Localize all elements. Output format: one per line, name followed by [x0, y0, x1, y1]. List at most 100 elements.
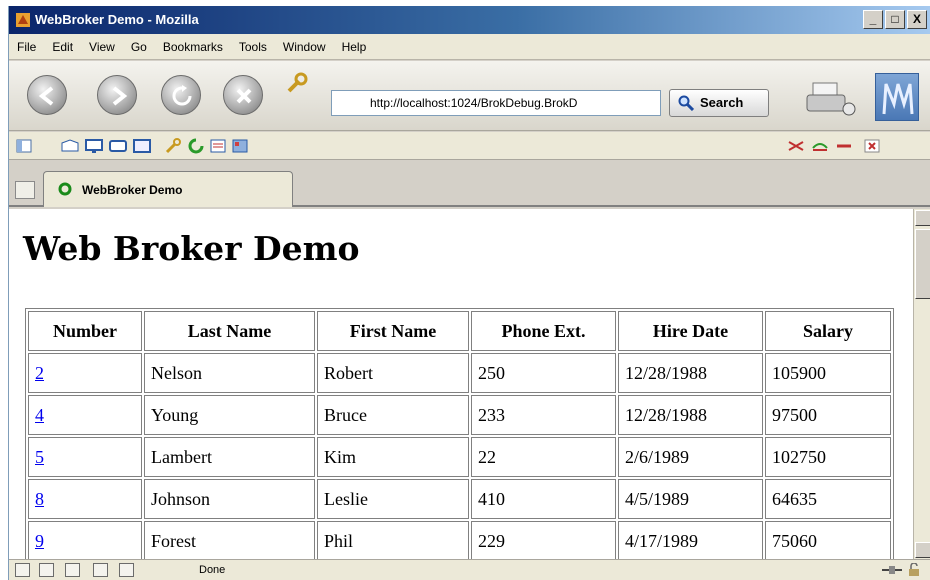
salary-cell: 102750	[765, 437, 891, 477]
menu-tools[interactable]: Tools	[239, 40, 267, 54]
employee-number-link[interactable]: 4	[35, 405, 44, 425]
last-name-cell: Lambert	[144, 437, 315, 477]
mail-status-icon[interactable]	[39, 563, 54, 577]
last-name-cell: Johnson	[144, 479, 315, 519]
phone-ext-cell: 233	[471, 395, 616, 435]
salary-cell: 97500	[765, 395, 891, 435]
hire-date-cell: 2/6/1989	[618, 437, 763, 477]
first-name-cell: Bruce	[317, 395, 469, 435]
browser-window: WebBroker Demo - Mozilla _ □ X File Edit…	[8, 6, 930, 580]
table-row: 5 Lambert Kim 22 2/6/1989 102750	[28, 437, 891, 477]
employee-number-link[interactable]: 2	[35, 363, 44, 383]
col-hire-date-header: Hire Date	[618, 311, 763, 351]
forward-button[interactable]	[97, 75, 137, 115]
salary-cell: 105900	[765, 353, 891, 393]
menu-window[interactable]: Window	[283, 40, 326, 54]
table-row: 8 Johnson Leslie 410 4/5/1989 64635	[28, 479, 891, 519]
phone-ext-cell: 229	[471, 521, 616, 559]
personal-toolbar	[9, 132, 930, 160]
menu-help[interactable]: Help	[342, 40, 367, 54]
status-text: Done	[199, 564, 226, 576]
scroll-down-arrow-icon[interactable]	[915, 542, 930, 558]
maximize-button[interactable]: □	[885, 10, 905, 29]
connection-icon	[882, 566, 902, 574]
col-last-name-header: Last Name	[144, 311, 315, 351]
phone-ext-cell: 250	[471, 353, 616, 393]
table-row: 4 Young Bruce 233 12/28/1988 97500	[28, 395, 891, 435]
tab-webbroker-demo[interactable]: WebBroker Demo	[43, 171, 293, 207]
url-bar[interactable]: http://localhost:1024/BrokDebug.BrokD	[331, 90, 661, 116]
wrench-icon[interactable]	[285, 71, 309, 95]
first-name-cell: Robert	[317, 353, 469, 393]
page-content: Web Broker Demo Number Last Name First N…	[9, 209, 913, 559]
menu-view[interactable]: View	[89, 40, 115, 54]
table-row: 9 Forest Phil 229 4/17/1989 75060	[28, 521, 891, 559]
title-bar: WebBroker Demo - Mozilla _ □ X	[9, 6, 930, 34]
css-error-icon[interactable]	[811, 138, 829, 154]
minimize-button[interactable]: _	[863, 10, 883, 29]
number-cell: 4	[28, 395, 142, 435]
tab-bar: WebBroker Demo	[9, 161, 930, 207]
employee-number-link[interactable]: 5	[35, 447, 44, 467]
search-label: Search	[700, 95, 744, 110]
home-icon[interactable]	[15, 138, 33, 154]
number-cell: 2	[28, 353, 142, 393]
hire-date-cell: 12/28/1988	[618, 353, 763, 393]
tab-label: WebBroker Demo	[82, 183, 183, 197]
phone-ext-cell: 410	[471, 479, 616, 519]
new-tab-icon[interactable]	[15, 181, 35, 199]
address-book-icon[interactable]	[93, 563, 108, 577]
calendar-icon[interactable]	[209, 138, 227, 154]
reload-button[interactable]	[161, 75, 201, 115]
menu-go[interactable]: Go	[131, 40, 147, 54]
key-icon[interactable]	[165, 138, 183, 154]
first-name-cell: Leslie	[317, 479, 469, 519]
first-name-cell: Kim	[317, 437, 469, 477]
stop-button[interactable]	[223, 75, 263, 115]
back-button[interactable]	[27, 75, 67, 115]
search-button[interactable]: Search	[669, 89, 769, 117]
col-number-header: Number	[28, 311, 142, 351]
table-header-row: Number Last Name First Name Phone Ext. H…	[28, 311, 891, 351]
m-logo-icon	[882, 83, 914, 115]
back-arrow-icon	[38, 86, 54, 106]
phone-ext-cell: 22	[471, 437, 616, 477]
image-icon[interactable]	[133, 138, 151, 154]
window-icon[interactable]	[109, 138, 127, 154]
url-text: http://localhost:1024/BrokDebug.BrokD	[370, 96, 578, 110]
link-error-icon[interactable]	[835, 138, 853, 154]
mail-icon[interactable]	[61, 138, 79, 154]
grid-icon[interactable]	[231, 138, 249, 154]
last-name-cell: Young	[144, 395, 315, 435]
chat-icon[interactable]	[119, 563, 134, 577]
employee-number-link[interactable]: 8	[35, 489, 44, 509]
close-button[interactable]: X	[907, 10, 927, 29]
table-row: 2 Nelson Robert 250 12/28/1988 105900	[28, 353, 891, 393]
vertical-scrollbar[interactable]	[913, 209, 930, 559]
forward-arrow-icon	[112, 86, 128, 106]
scroll-up-arrow-icon[interactable]	[915, 210, 930, 226]
xml-error-icon[interactable]	[787, 138, 805, 154]
menu-file[interactable]: File	[17, 40, 36, 54]
close-error-icon[interactable]	[863, 138, 881, 154]
col-first-name-header: First Name	[317, 311, 469, 351]
monitor-icon[interactable]	[85, 138, 103, 154]
refresh-icon[interactable]	[187, 138, 205, 154]
navigator-icon[interactable]	[15, 563, 30, 577]
menu-bookmarks[interactable]: Bookmarks	[163, 40, 223, 54]
menu-edit[interactable]: Edit	[52, 40, 73, 54]
printer-icon[interactable]	[805, 81, 857, 117]
employee-table: Number Last Name First Name Phone Ext. H…	[25, 308, 894, 559]
stop-icon	[236, 88, 252, 104]
scrollbar-thumb[interactable]	[915, 229, 930, 299]
security-lock-icon	[909, 563, 919, 576]
magnifier-icon	[678, 95, 694, 111]
hire-date-cell: 4/5/1989	[618, 479, 763, 519]
window-title: WebBroker Demo - Mozilla	[35, 12, 199, 27]
hire-date-cell: 12/28/1988	[618, 395, 763, 435]
mozilla-logo	[875, 73, 919, 121]
last-name-cell: Nelson	[144, 353, 315, 393]
employee-number-link[interactable]: 9	[35, 531, 44, 551]
status-bar: Done	[9, 559, 930, 580]
composer-icon[interactable]	[65, 563, 80, 577]
